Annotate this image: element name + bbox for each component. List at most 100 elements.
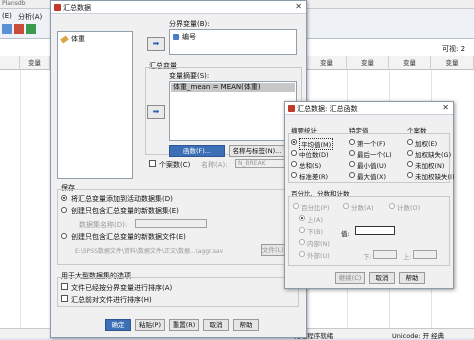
variable-icon[interactable] <box>26 24 36 34</box>
dialog-title: 汇总数据 <box>63 4 91 12</box>
num-cases-name-label: 名称(A): <box>201 161 228 169</box>
column-header[interactable]: 变量 <box>347 56 389 70</box>
menu-item-analyze[interactable]: 分析(A) <box>18 12 42 22</box>
sum-label: 总和(S) <box>299 162 322 170</box>
save-option-label: 创建只包含汇总变量的新数据文件(E) <box>71 233 186 241</box>
num-cases-checkbox[interactable] <box>149 160 156 167</box>
save-option-label: 将汇总变量添加到活动数据集(D) <box>71 195 173 203</box>
median-label: 中位数(D) <box>299 151 329 159</box>
sum-radio[interactable] <box>291 161 297 167</box>
chart-icon[interactable] <box>14 24 24 34</box>
above-label: 上(A) <box>307 216 324 224</box>
dialog-title: 汇总数据: 汇总函数 <box>297 105 358 113</box>
dataset-name-field[interactable] <box>135 219 207 228</box>
row-header-corner <box>0 56 20 70</box>
stddev-radio[interactable] <box>291 172 297 178</box>
below-label: 下(B) <box>307 228 324 236</box>
count-radio[interactable] <box>389 203 395 209</box>
maximum-label: 最大值(X) <box>357 173 387 181</box>
close-icon[interactable]: ✕ <box>442 103 449 112</box>
reset-button[interactable]: 重置(R) <box>169 319 199 331</box>
percentage-label: 百分比(P) <box>301 204 330 212</box>
outside-label: 外部(U) <box>307 252 330 260</box>
save-new-dataset-radio[interactable] <box>61 207 67 213</box>
app-icon <box>54 4 61 11</box>
low-label: 下: <box>363 253 372 261</box>
inside-radio[interactable] <box>299 239 305 245</box>
list-item[interactable]: 体重 <box>60 34 85 44</box>
last-radio[interactable] <box>349 150 355 156</box>
sort-before-label: 汇总前对文件进行排序(H) <box>71 296 152 304</box>
num-cases-label: 个案数(C) <box>159 161 191 169</box>
list-item-label: 体重 <box>71 35 85 43</box>
continue-button[interactable]: 继续(C) <box>335 272 365 284</box>
above-radio[interactable] <box>299 215 305 221</box>
inside-label: 内部(N) <box>307 240 330 248</box>
count-label: 计数(O) <box>397 204 421 212</box>
high-label: 上: <box>403 253 412 261</box>
name-label-button[interactable]: 名称与标签(N)... <box>229 145 285 157</box>
function-button[interactable]: 函数(F)... <box>169 145 225 157</box>
first-label: 第一个(F) <box>357 140 386 148</box>
column-header[interactable]: 变量 <box>389 56 431 70</box>
cancel-button[interactable]: 取消 <box>203 319 229 331</box>
first-radio[interactable] <box>349 139 355 145</box>
nominal-icon <box>173 34 179 40</box>
break-variables-label: 分界变量(B): <box>169 20 210 28</box>
help-button[interactable]: 帮助 <box>399 272 425 284</box>
move-to-summaries-button[interactable]: ➡ <box>147 105 165 119</box>
grid-line <box>20 70 21 338</box>
list-item[interactable]: 编号 <box>173 32 196 42</box>
dataset-name-label: 数据集名称(D): <box>79 221 128 229</box>
unweighted-radio[interactable] <box>407 161 413 167</box>
value-label: 值: <box>341 230 350 238</box>
fraction-radio[interactable] <box>343 203 349 209</box>
sorted-checkbox[interactable] <box>61 283 68 290</box>
percentage-radio[interactable] <box>293 203 299 209</box>
list-item-label: 编号 <box>182 33 196 41</box>
summaries-label: 变量摘要(S): <box>169 72 210 80</box>
close-icon[interactable]: ✕ <box>295 2 302 11</box>
break-variable-list[interactable]: 编号 <box>169 29 297 55</box>
list-item-selected[interactable]: 体重_mean = MEAN(体重) <box>171 83 295 92</box>
unweighted-label: 未加权(N) <box>415 162 445 170</box>
below-radio[interactable] <box>299 227 305 233</box>
move-to-break-button[interactable]: ➡ <box>147 37 165 51</box>
last-label: 最后一个(L) <box>357 151 392 159</box>
weighted-radio[interactable] <box>407 139 413 145</box>
app-icon <box>288 105 295 112</box>
column-header[interactable]: 变量 <box>307 56 347 70</box>
median-radio[interactable] <box>291 150 297 156</box>
window-title: Plansdb <box>2 0 26 7</box>
weighted-missing-radio[interactable] <box>407 150 413 156</box>
low-field[interactable] <box>373 250 397 259</box>
ok-button[interactable]: 确定 <box>105 319 131 331</box>
sorted-label: 文件已经按分界变量进行排序(A) <box>71 284 173 292</box>
fraction-label: 分数(A) <box>351 204 374 212</box>
column-header[interactable]: 变量 <box>20 56 50 70</box>
aggregate-function-dialog: 汇总数据: 汇总函数 ✕ 摘要统计 特定值 个案数 平均值(M) 中位数(D) … <box>284 101 455 289</box>
save-add-radio[interactable] <box>61 195 67 201</box>
maximum-radio[interactable] <box>349 172 355 178</box>
visible-count: 可视: 2 <box>442 45 466 53</box>
weighted-label: 加权(E) <box>415 140 438 148</box>
mean-radio[interactable] <box>291 139 297 145</box>
summaries-list[interactable]: 体重_mean = MEAN(体重) <box>169 81 297 141</box>
sort-before-checkbox[interactable] <box>61 295 68 302</box>
open-icon[interactable] <box>2 24 12 34</box>
save-new-file-radio[interactable] <box>61 233 67 239</box>
paste-button[interactable]: 粘贴(P) <box>135 319 165 331</box>
source-variable-list[interactable]: 体重 <box>57 31 133 179</box>
help-button[interactable]: 帮助 <box>233 319 259 331</box>
status-encoding: Unicode: 开 经典 <box>392 332 445 340</box>
column-header[interactable]: 变量 <box>431 56 474 70</box>
outside-radio[interactable] <box>299 251 305 257</box>
value-field[interactable] <box>355 226 395 235</box>
ruler-icon <box>60 34 69 44</box>
minimum-radio[interactable] <box>349 161 355 167</box>
aggregate-dialog: 汇总数据 ✕ 体重 分界变量(B): ➡ 编号 汇总变量 变量摘要(S): ➡ … <box>50 0 307 338</box>
cancel-button[interactable]: 取消 <box>369 272 395 284</box>
menu-item-edit[interactable]: (E) <box>2 12 12 20</box>
high-field[interactable] <box>413 250 437 259</box>
unweighted-missing-radio[interactable] <box>407 172 413 178</box>
